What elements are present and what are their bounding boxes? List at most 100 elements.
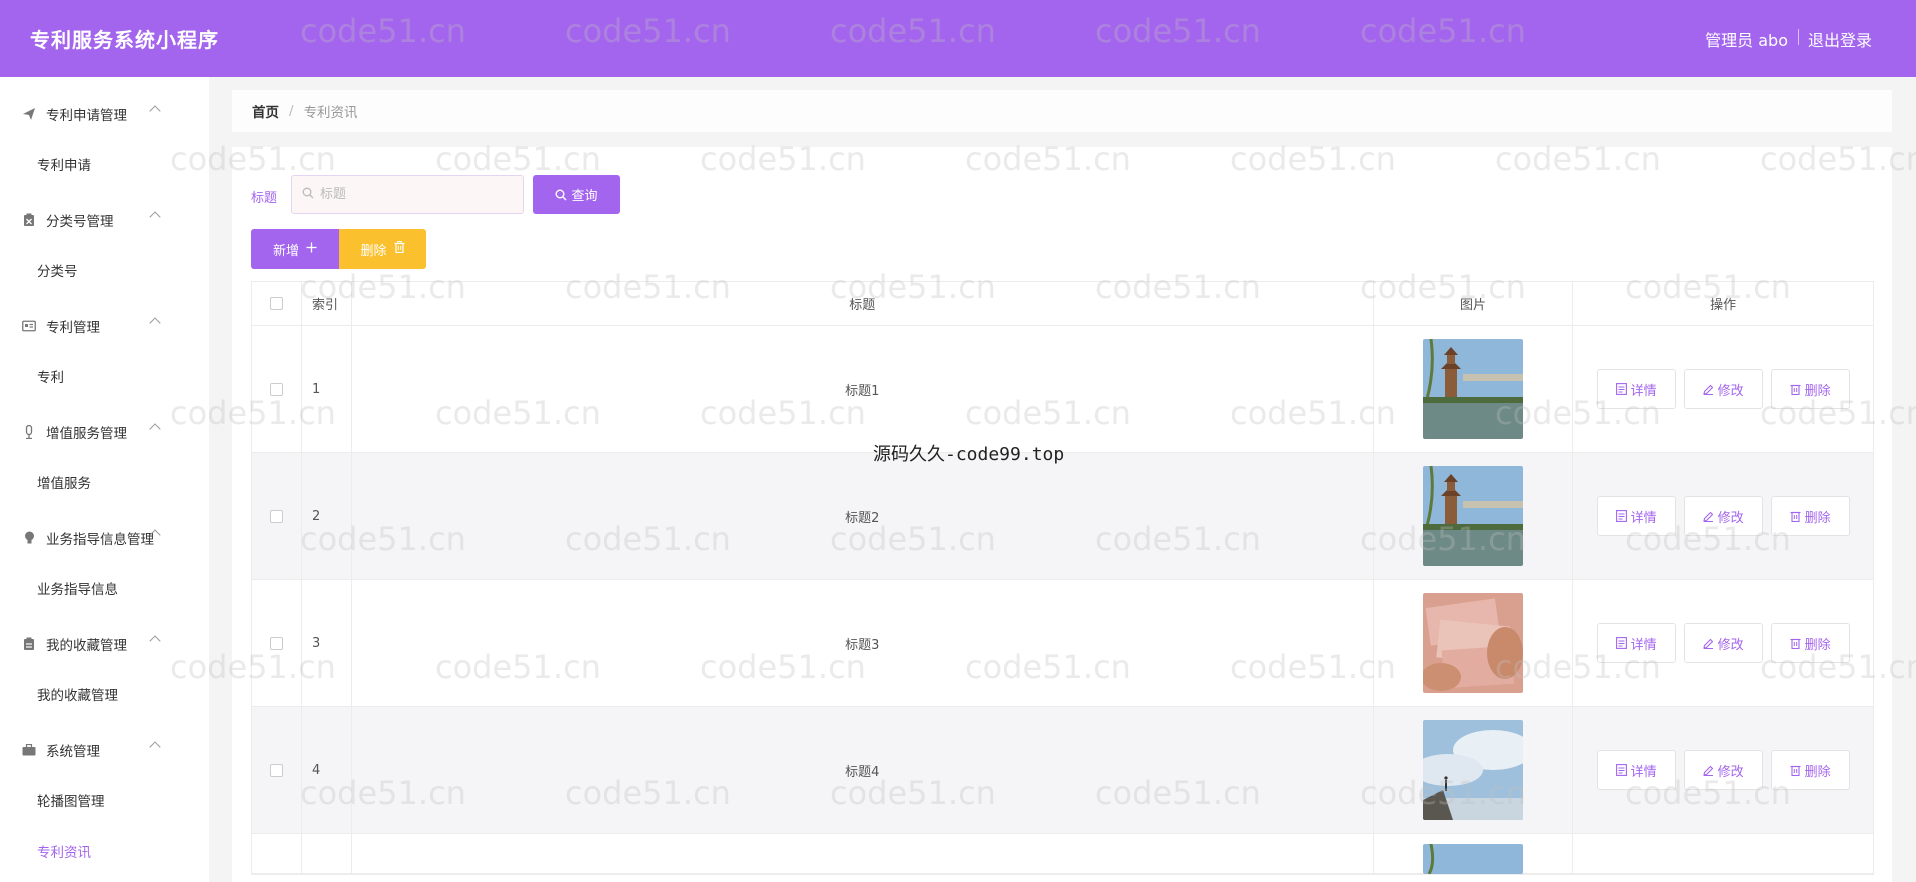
row-index: 2	[302, 453, 352, 579]
data-table: 索引 标题 图片 操作 1 标题1 详情 修改 删除 2 标题2 详情 修改 删…	[251, 281, 1874, 875]
menu-title-label: 专利管理	[46, 320, 100, 336]
edit-button[interactable]: 修改	[1683, 750, 1763, 790]
chevron-up-icon	[149, 105, 161, 117]
query-button-label: 查询	[571, 189, 598, 204]
menu-title-value-added[interactable]: 增值服务管理	[0, 420, 209, 444]
document-icon	[1615, 383, 1627, 395]
search-icon	[302, 187, 314, 203]
banknotes-thumbnail[interactable]	[1423, 593, 1523, 693]
detail-button-label: 详情	[1630, 764, 1657, 780]
row-actions: 详情 修改 删除	[1573, 580, 1873, 706]
plus-icon	[306, 242, 317, 257]
logout-link[interactable]: 退出登录	[1808, 27, 1872, 51]
row-checkbox[interactable]	[269, 763, 283, 777]
row-checkbox[interactable]	[269, 509, 283, 523]
sidebar-item-favorites[interactable]: 我的收藏管理	[37, 684, 118, 704]
detail-button[interactable]: 详情	[1596, 369, 1676, 409]
search-input[interactable]	[320, 187, 510, 202]
delete-button-label: 删除	[360, 243, 387, 259]
pencil-icon	[1702, 638, 1713, 649]
chevron-up-icon	[149, 635, 161, 647]
pagoda-lake-thumbnail[interactable]	[1423, 844, 1523, 874]
detail-button[interactable]: 详情	[1596, 750, 1676, 790]
pagoda-lake-thumbnail[interactable]	[1423, 466, 1523, 566]
row-title: 标题1	[352, 326, 1374, 452]
delete-button-label: 删除	[1804, 637, 1831, 653]
menu-title-system[interactable]: 系统管理	[0, 738, 209, 762]
menu-title-label: 我的收藏管理	[46, 638, 127, 654]
sidebar-item-patent[interactable]: 专利	[37, 366, 64, 386]
menu-group-system: 系统管理 轮播图管理 专利资讯	[0, 713, 209, 861]
edit-button[interactable]: 修改	[1683, 623, 1763, 663]
sidebar-item-carousel[interactable]: 轮播图管理	[37, 790, 105, 810]
row-title	[352, 834, 1374, 873]
document-icon	[1615, 637, 1627, 649]
sidebar-item-guidance[interactable]: 业务指导信息	[37, 578, 118, 598]
batch-delete-button[interactable]: 删除	[339, 229, 426, 269]
detail-button[interactable]: 详情	[1596, 623, 1676, 663]
edit-button-label: 修改	[1717, 383, 1744, 399]
column-header-title: 标题	[352, 282, 1374, 325]
table-row	[252, 834, 1873, 874]
app-title: 专利服务系统小程序	[30, 28, 219, 52]
search-box	[291, 175, 524, 214]
edit-button-label: 修改	[1717, 764, 1744, 780]
table-row: 1 标题1 详情 修改 删除	[252, 326, 1873, 453]
edit-button-label: 修改	[1717, 510, 1744, 526]
row-checkbox[interactable]	[269, 636, 283, 650]
row-index: 3	[302, 580, 352, 706]
row-actions: 详情 修改 删除	[1573, 707, 1873, 833]
column-header-index: 索引	[302, 282, 352, 325]
row-actions: 详情 修改 删除	[1573, 326, 1873, 452]
sidebar-item-patent-news[interactable]: 专利资讯	[37, 841, 91, 861]
menu-title-patent[interactable]: 专利管理	[0, 314, 209, 338]
add-button[interactable]: 新增	[251, 229, 339, 269]
cliff-sky-thumbnail[interactable]	[1423, 720, 1523, 820]
breadcrumb-home[interactable]: 首页	[252, 101, 279, 121]
menu-title-favorites[interactable]: 我的收藏管理	[0, 632, 209, 656]
sidebar-item-value-added[interactable]: 增值服务	[37, 472, 91, 492]
row-title: 标题4	[352, 707, 1374, 833]
delete-button[interactable]: 删除	[1770, 750, 1850, 790]
search-label: 标题	[251, 191, 278, 206]
table-row: 3 标题3 详情 修改 删除	[252, 580, 1873, 707]
chevron-up-icon	[149, 317, 161, 329]
pagoda-lake-thumbnail[interactable]	[1423, 339, 1523, 439]
menu-title-classification[interactable]: 分类号管理	[0, 208, 209, 232]
menu-title-guidance[interactable]: 业务指导信息管理	[0, 526, 209, 550]
delete-button[interactable]: 删除	[1770, 623, 1850, 663]
briefcase-icon	[22, 743, 36, 757]
row-actions: 详情 修改 删除	[1573, 453, 1873, 579]
delete-button[interactable]: 删除	[1770, 369, 1850, 409]
table-row: 2 标题2 详情 修改 删除	[252, 453, 1873, 580]
detail-button[interactable]: 详情	[1596, 496, 1676, 536]
query-button[interactable]: 查询	[533, 175, 620, 214]
sidebar-item-patent-application[interactable]: 专利申请	[37, 154, 91, 174]
microphone-icon	[22, 425, 36, 439]
breadcrumb: 首页 / 专利资讯	[232, 90, 1892, 132]
select-all-checkbox[interactable]	[269, 297, 283, 310]
menu-group-favorites: 我的收藏管理 我的收藏管理	[0, 607, 209, 713]
delete-button[interactable]: 删除	[1770, 496, 1850, 536]
menu-title-label: 业务指导信息管理	[46, 532, 154, 548]
delete-button-label: 删除	[1804, 510, 1831, 526]
edit-button[interactable]: 修改	[1683, 496, 1763, 536]
edit-button[interactable]: 修改	[1683, 369, 1763, 409]
lightbulb-icon	[22, 531, 36, 545]
sidebar-item-classification[interactable]: 分类号	[37, 260, 78, 280]
row-image-cell	[1374, 707, 1574, 833]
trash-icon	[1790, 384, 1801, 395]
top-header: 专利服务系统小程序 管理员 abo 退出登录	[0, 0, 1916, 77]
row-image-cell	[1374, 453, 1574, 579]
add-button-label: 新增	[272, 243, 299, 259]
trash-icon	[394, 241, 405, 257]
pencil-icon	[1702, 511, 1713, 522]
row-checkbox[interactable]	[269, 382, 283, 396]
menu-title-patent-application[interactable]: 专利申请管理	[0, 102, 209, 126]
content-panel: 标题 查询 新增 删除 索引 标题	[232, 147, 1892, 882]
chevron-up-icon	[149, 423, 161, 435]
table-header-row: 索引 标题 图片 操作	[252, 282, 1873, 326]
paper-plane-icon	[22, 107, 36, 121]
menu-group-guidance: 业务指导信息管理 业务指导信息	[0, 501, 209, 607]
chevron-up-icon	[149, 211, 161, 223]
